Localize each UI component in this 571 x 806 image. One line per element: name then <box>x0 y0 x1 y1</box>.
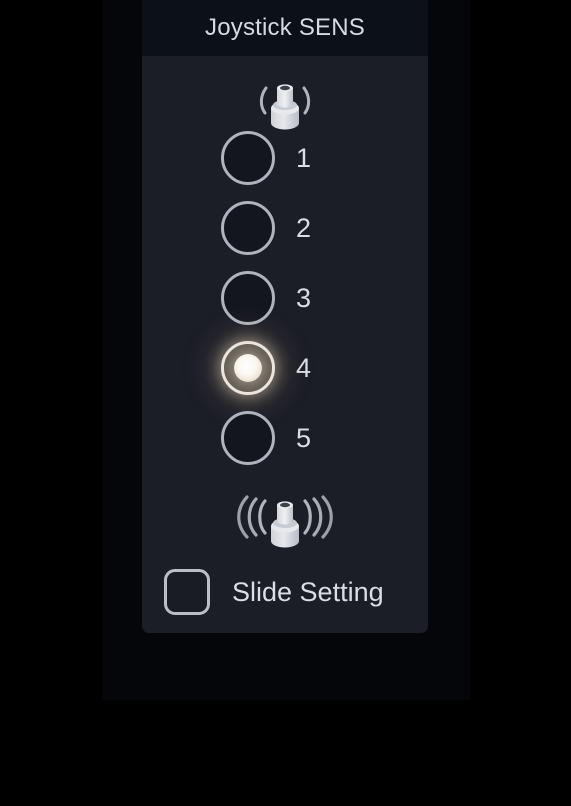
sensitivity-option-5[interactable]: 5 <box>142 410 428 466</box>
sensitivity-option-2[interactable]: 2 <box>142 200 428 256</box>
sensitivity-radio-4[interactable] <box>221 341 275 395</box>
joystick-low-sensitivity-icon <box>142 72 428 134</box>
sensitivity-radio-5[interactable] <box>221 411 275 465</box>
radio-slot <box>142 201 275 255</box>
sensitivity-radio-3[interactable] <box>221 271 275 325</box>
joystick-high-sensitivity-icon <box>142 488 428 554</box>
sensitivity-option-label-5: 5 <box>296 422 312 453</box>
sensitivity-option-4[interactable]: 4 <box>142 340 428 396</box>
sensitivity-option-1[interactable]: 1 <box>142 130 428 186</box>
sensitivity-option-label-4: 4 <box>296 352 312 383</box>
sensitivity-option-3[interactable]: 3 <box>142 270 428 326</box>
radio-slot <box>142 341 275 395</box>
joystick-sensitivity-panel: Joystick SENS 1 2 3 4 5 Slide Setting <box>142 0 428 633</box>
sensitivity-option-label-2: 2 <box>296 212 312 243</box>
panel-body: 1 2 3 4 5 Slide Setting <box>142 56 428 633</box>
sensitivity-radio-1[interactable] <box>221 131 275 185</box>
radio-slot <box>142 131 275 185</box>
sensitivity-radio-2[interactable] <box>221 201 275 255</box>
slide-setting-row[interactable]: Slide Setting <box>142 561 428 623</box>
slide-setting-label: Slide Setting <box>232 576 384 607</box>
page-title: Joystick SENS <box>205 14 365 41</box>
radio-selected-dot <box>234 354 262 382</box>
radio-slot <box>142 271 275 325</box>
sensitivity-option-label-3: 3 <box>296 282 312 313</box>
panel-header: Joystick SENS <box>142 0 428 56</box>
radio-slot <box>142 411 275 465</box>
sensitivity-option-label-1: 1 <box>296 142 312 173</box>
slide-setting-checkbox[interactable] <box>164 569 210 615</box>
